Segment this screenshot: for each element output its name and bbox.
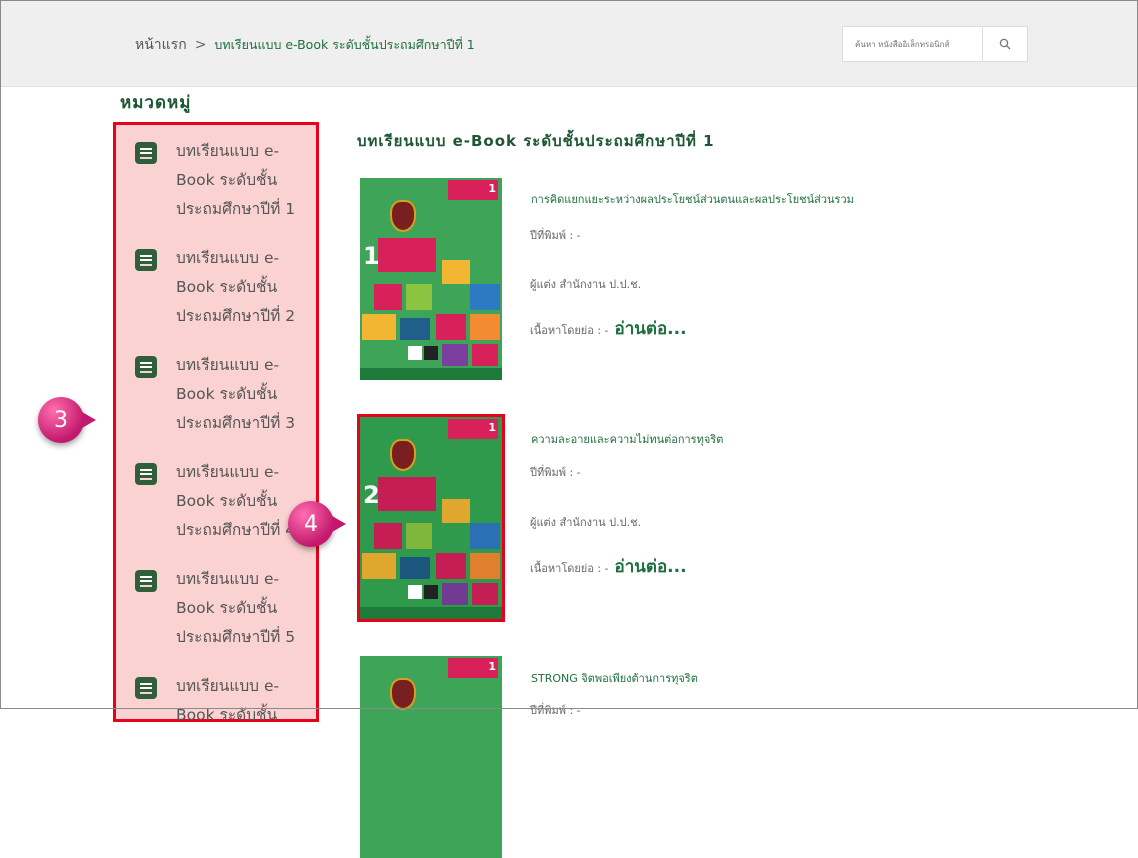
- breadcrumb-home[interactable]: หน้าแรก: [135, 37, 187, 53]
- book-cover[interactable]: 1 2: [357, 414, 505, 622]
- category-label: บทเรียนแบบ e-Book ระดับชั้นประถมศึกษาปีท…: [176, 249, 296, 325]
- emblem-icon: [390, 678, 416, 710]
- book-author: ผู้แต่ง สำนักงาน ป.ป.ช.: [530, 278, 642, 291]
- book-year: ปีที่พิมพ์ : -: [530, 466, 581, 479]
- book-year: ปีที่พิมพ์ : -: [530, 229, 581, 242]
- category-item[interactable]: บทเรียนแบบ e-Book ระดับชั้น: [134, 660, 314, 730]
- book-cover[interactable]: 1 1: [360, 178, 502, 380]
- book-icon: [135, 463, 157, 485]
- category-label: บทเรียนแบบ e-Book ระดับชั้น: [176, 677, 280, 724]
- book-icon: [135, 356, 157, 378]
- search-box: [842, 26, 1028, 62]
- emblem-icon: [390, 439, 416, 471]
- category-item[interactable]: บทเรียนแบบ e-Book ระดับชั้นประถมศึกษาปีท…: [134, 339, 314, 438]
- category-sidebar: บทเรียนแบบ e-Book ระดับชั้นประถมศึกษาปีท…: [113, 122, 319, 724]
- cover-grade: 1: [488, 182, 496, 195]
- breadcrumb: หน้าแรก > บทเรียนแบบ e-Book ระดับชั้นประถม…: [135, 34, 475, 56]
- book-cover[interactable]: 1: [360, 656, 502, 858]
- book-icon: [135, 570, 157, 592]
- breadcrumb-current[interactable]: บทเรียนแบบ e-Book ระดับชั้นประถมศึกษาปีท…: [214, 37, 474, 52]
- book-summary: เนื้อหาโดยย่อ : -: [530, 324, 609, 337]
- book-title[interactable]: การคิดแยกแยะระหว่างผลประโยชน์ส่วนตนและผล…: [531, 190, 854, 208]
- read-more-link[interactable]: อ่านต่อ...: [615, 319, 687, 339]
- category-item[interactable]: บทเรียนแบบ e-Book ระดับชั้นประถมศึกษาปีท…: [134, 232, 314, 331]
- category-heading: หมวดหมู่: [120, 93, 192, 113]
- book-summary-row: เนื้อหาโดยย่อ : - อ่านต่อ...: [530, 553, 687, 580]
- read-more-link[interactable]: อ่านต่อ...: [615, 557, 687, 577]
- book-title[interactable]: ความละอายและความไม่ทนต่อการทุจริต: [531, 430, 723, 448]
- breadcrumb-separator: >: [194, 37, 207, 53]
- book-summary: เนื้อหาโดยย่อ : -: [530, 562, 609, 575]
- book-icon: [135, 142, 157, 164]
- annotation-badge: 3: [38, 397, 96, 443]
- emblem-icon: [390, 200, 416, 232]
- book-icon: [135, 249, 157, 271]
- category-item[interactable]: บทเรียนแบบ e-Book ระดับชั้นประถมศึกษาปีท…: [134, 446, 314, 545]
- book-title[interactable]: STRONG จิตพอเพียงต้านการทุจริต: [531, 669, 698, 687]
- category-label: บทเรียนแบบ e-Book ระดับชั้นประถมศึกษาปีท…: [176, 356, 296, 432]
- book-icon: [135, 677, 157, 699]
- search-icon: [999, 38, 1011, 50]
- cover-grade: 1: [488, 421, 496, 434]
- category-label: บทเรียนแบบ e-Book ระดับชั้นประถมศึกษาปีท…: [176, 142, 296, 218]
- category-item[interactable]: บทเรียนแบบ e-Book ระดับชั้นประถมศึกษาปีท…: [134, 553, 314, 652]
- book-author: ผู้แต่ง สำนักงาน ป.ป.ช.: [530, 516, 642, 529]
- book-year: ปีที่พิมพ์ : -: [530, 704, 581, 717]
- cover-grade: 1: [488, 660, 496, 673]
- category-label: บทเรียนแบบ e-Book ระดับชั้นประถมศึกษาปีท…: [176, 570, 296, 646]
- page-title: บทเรียนแบบ e-Book ระดับชั้นประถมศึกษาปีท…: [357, 132, 715, 150]
- search-input[interactable]: [843, 27, 995, 61]
- book-summary-row: เนื้อหาโดยย่อ : - อ่านต่อ...: [530, 315, 687, 342]
- annotation-badge: 4: [288, 501, 346, 547]
- search-button[interactable]: [982, 27, 1027, 61]
- category-item[interactable]: บทเรียนแบบ e-Book ระดับชั้นประถมศึกษาปีท…: [134, 125, 314, 224]
